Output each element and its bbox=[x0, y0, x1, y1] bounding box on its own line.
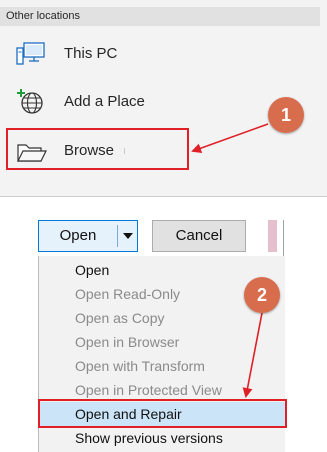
step-2-badge: 2 bbox=[244, 277, 280, 313]
annotation-arrows bbox=[191, 123, 269, 398]
step-1-badge: 1 bbox=[268, 97, 304, 133]
arrow-2 bbox=[242, 312, 263, 398]
arrow-1 bbox=[191, 123, 269, 153]
